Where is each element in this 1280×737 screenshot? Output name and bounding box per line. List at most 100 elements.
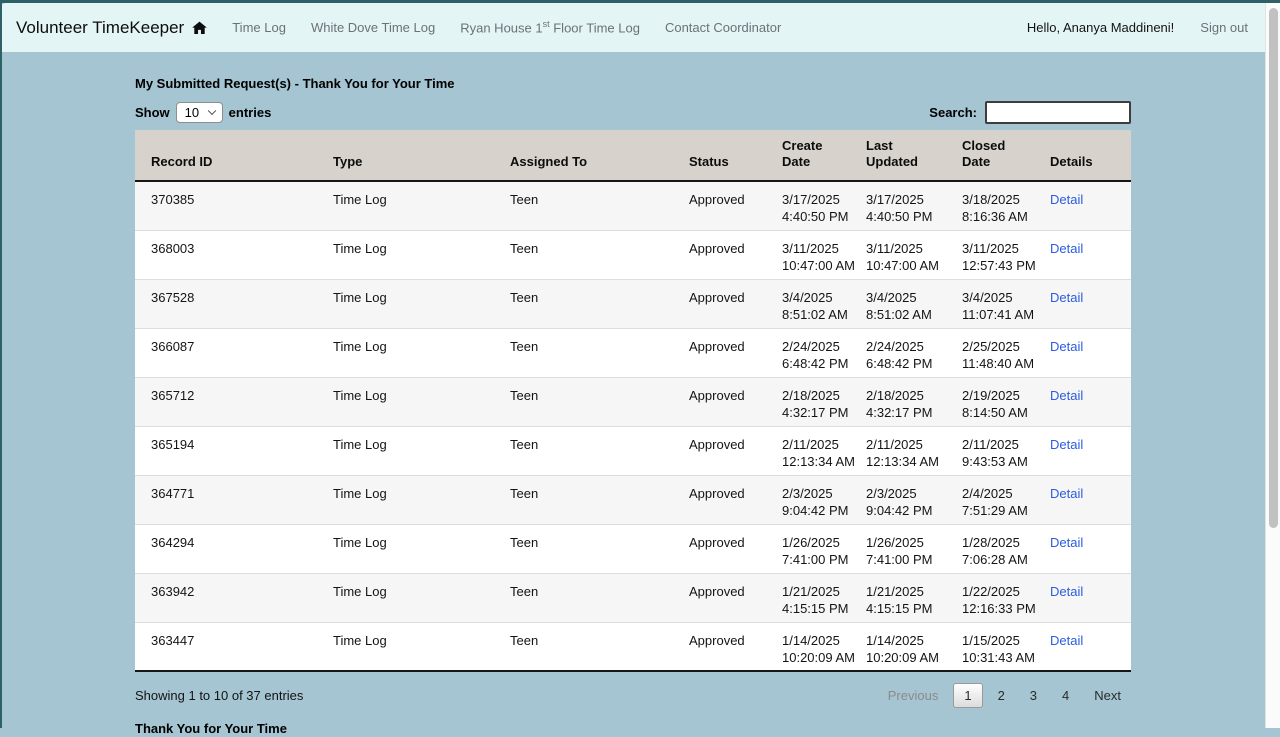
type-cell: Time Log	[317, 181, 494, 230]
page-button-4[interactable]: 4	[1052, 683, 1079, 708]
create-date-cell: 1/21/20254:15:15 PM	[766, 573, 850, 622]
detail-link[interactable]: Detail	[1050, 339, 1083, 354]
assigned-to-cell: Teen	[494, 622, 673, 671]
status-cell: Approved	[673, 279, 766, 328]
detail-link[interactable]: Detail	[1050, 290, 1083, 305]
nav-right: Hello, Ananya Maddineni! Sign out	[1027, 20, 1262, 35]
page-size-select[interactable]: 10	[176, 102, 223, 123]
status-cell: Approved	[673, 328, 766, 377]
search-label: Search:	[929, 105, 977, 120]
page-size-select-wrap: 10	[176, 102, 223, 123]
assigned-to-cell: Teen	[494, 377, 673, 426]
closed-date-cell: 3/11/202512:57:43 PM	[946, 230, 1034, 279]
pagination-pages: 1234	[953, 683, 1079, 708]
type-cell: Time Log	[317, 622, 494, 671]
assigned-to-cell: Teen	[494, 230, 673, 279]
table-footer: Showing 1 to 10 of 37 entries Previous 1…	[135, 683, 1131, 708]
record-id-cell: 364294	[135, 524, 317, 573]
closed-date-cell: 1/15/202510:31:43 AM	[946, 622, 1034, 671]
closed-date-cell: 2/11/20259:43:53 AM	[946, 426, 1034, 475]
assigned-to-cell: Teen	[494, 328, 673, 377]
status-cell: Approved	[673, 377, 766, 426]
page-button-3[interactable]: 3	[1020, 683, 1047, 708]
next-page-button[interactable]: Next	[1084, 683, 1131, 708]
record-id-cell: 367528	[135, 279, 317, 328]
user-greeting-link[interactable]: Hello, Ananya Maddineni!	[1027, 20, 1174, 35]
details-cell: Detail	[1034, 573, 1131, 622]
type-cell: Time Log	[317, 524, 494, 573]
create-date-cell: 3/17/20254:40:50 PM	[766, 181, 850, 230]
page-button-2[interactable]: 2	[988, 683, 1015, 708]
details-cell: Detail	[1034, 328, 1131, 377]
window-frame-left	[0, 0, 2, 728]
type-cell: Time Log	[317, 573, 494, 622]
nav-link-time-log[interactable]: Time Log	[232, 20, 286, 35]
type-cell: Time Log	[317, 230, 494, 279]
details-cell: Detail	[1034, 181, 1131, 230]
record-id-cell: 370385	[135, 181, 317, 230]
nav-link-ryan-house-time-log[interactable]: Ryan House 1st Floor Time Log	[460, 19, 640, 35]
header-last-updated: Last Updated	[850, 130, 946, 181]
details-cell: Detail	[1034, 377, 1131, 426]
create-date-cell: 2/11/202512:13:34 AM	[766, 426, 850, 475]
sign-out-link[interactable]: Sign out	[1200, 20, 1248, 35]
detail-link[interactable]: Detail	[1050, 388, 1083, 403]
last-updated-cell: 3/17/20254:40:50 PM	[850, 181, 946, 230]
detail-link[interactable]: Detail	[1050, 584, 1083, 599]
home-icon	[191, 20, 208, 36]
page-button-1[interactable]: 1	[953, 683, 982, 708]
nav-link-contact-coordinator[interactable]: Contact Coordinator	[665, 20, 781, 35]
details-cell: Detail	[1034, 230, 1131, 279]
table-row: 363942Time LogTeenApproved1/21/20254:15:…	[135, 573, 1131, 622]
table-header: Record ID Type Assigned To Status Create…	[135, 130, 1131, 181]
records-tbody: 370385Time LogTeenApproved3/17/20254:40:…	[135, 181, 1131, 671]
search-control: Search:	[929, 101, 1131, 124]
table-row: 367528Time LogTeenApproved3/4/20258:51:0…	[135, 279, 1131, 328]
last-updated-cell: 2/18/20254:32:17 PM	[850, 377, 946, 426]
header-create-date: Create Date	[766, 130, 850, 181]
header-type: Type	[317, 130, 494, 181]
create-date-cell: 1/14/202510:20:09 AM	[766, 622, 850, 671]
detail-link[interactable]: Detail	[1050, 192, 1083, 207]
record-id-cell: 363942	[135, 573, 317, 622]
assigned-to-cell: Teen	[494, 475, 673, 524]
details-cell: Detail	[1034, 524, 1131, 573]
last-updated-cell: 3/4/20258:51:02 AM	[850, 279, 946, 328]
status-cell: Approved	[673, 230, 766, 279]
record-id-cell: 364771	[135, 475, 317, 524]
scrollbar-thumb[interactable]	[1269, 8, 1278, 528]
table-row: 364294Time LogTeenApproved1/26/20257:41:…	[135, 524, 1131, 573]
details-cell: Detail	[1034, 426, 1131, 475]
table-row: 365712Time LogTeenApproved2/18/20254:32:…	[135, 377, 1131, 426]
last-updated-cell: 1/26/20257:41:00 PM	[850, 524, 946, 573]
assigned-to-cell: Teen	[494, 181, 673, 230]
table-row: 363447Time LogTeenApproved1/14/202510:20…	[135, 622, 1131, 671]
assigned-to-cell: Teen	[494, 573, 673, 622]
assigned-to-cell: Teen	[494, 426, 673, 475]
table-row: 364771Time LogTeenApproved2/3/20259:04:4…	[135, 475, 1131, 524]
show-label: Show	[135, 105, 170, 120]
status-cell: Approved	[673, 622, 766, 671]
nav-links: Time Log White Dove Time Log Ryan House …	[232, 19, 781, 35]
last-updated-cell: 3/11/202510:47:00 AM	[850, 230, 946, 279]
last-updated-cell: 2/3/20259:04:42 PM	[850, 475, 946, 524]
detail-link[interactable]: Detail	[1050, 486, 1083, 501]
details-cell: Detail	[1034, 279, 1131, 328]
header-details: Details	[1034, 130, 1131, 181]
detail-link[interactable]: Detail	[1050, 633, 1083, 648]
previous-page-button[interactable]: Previous	[878, 683, 949, 708]
header-closed-date: Closed Date	[946, 130, 1034, 181]
closed-date-cell: 2/25/202511:48:40 AM	[946, 328, 1034, 377]
last-updated-cell: 2/11/202512:13:34 AM	[850, 426, 946, 475]
bottom-section-title: Thank You for Your Time	[135, 721, 1131, 737]
brand-home-link[interactable]: Volunteer TimeKeeper	[16, 18, 208, 38]
nav-link-white-dove-time-log[interactable]: White Dove Time Log	[311, 20, 435, 35]
details-cell: Detail	[1034, 622, 1131, 671]
search-input[interactable]	[985, 101, 1131, 124]
table-row: 366087Time LogTeenApproved2/24/20256:48:…	[135, 328, 1131, 377]
detail-link[interactable]: Detail	[1050, 535, 1083, 550]
details-cell: Detail	[1034, 475, 1131, 524]
detail-link[interactable]: Detail	[1050, 437, 1083, 452]
detail-link[interactable]: Detail	[1050, 241, 1083, 256]
header-record-id: Record ID	[135, 130, 317, 181]
